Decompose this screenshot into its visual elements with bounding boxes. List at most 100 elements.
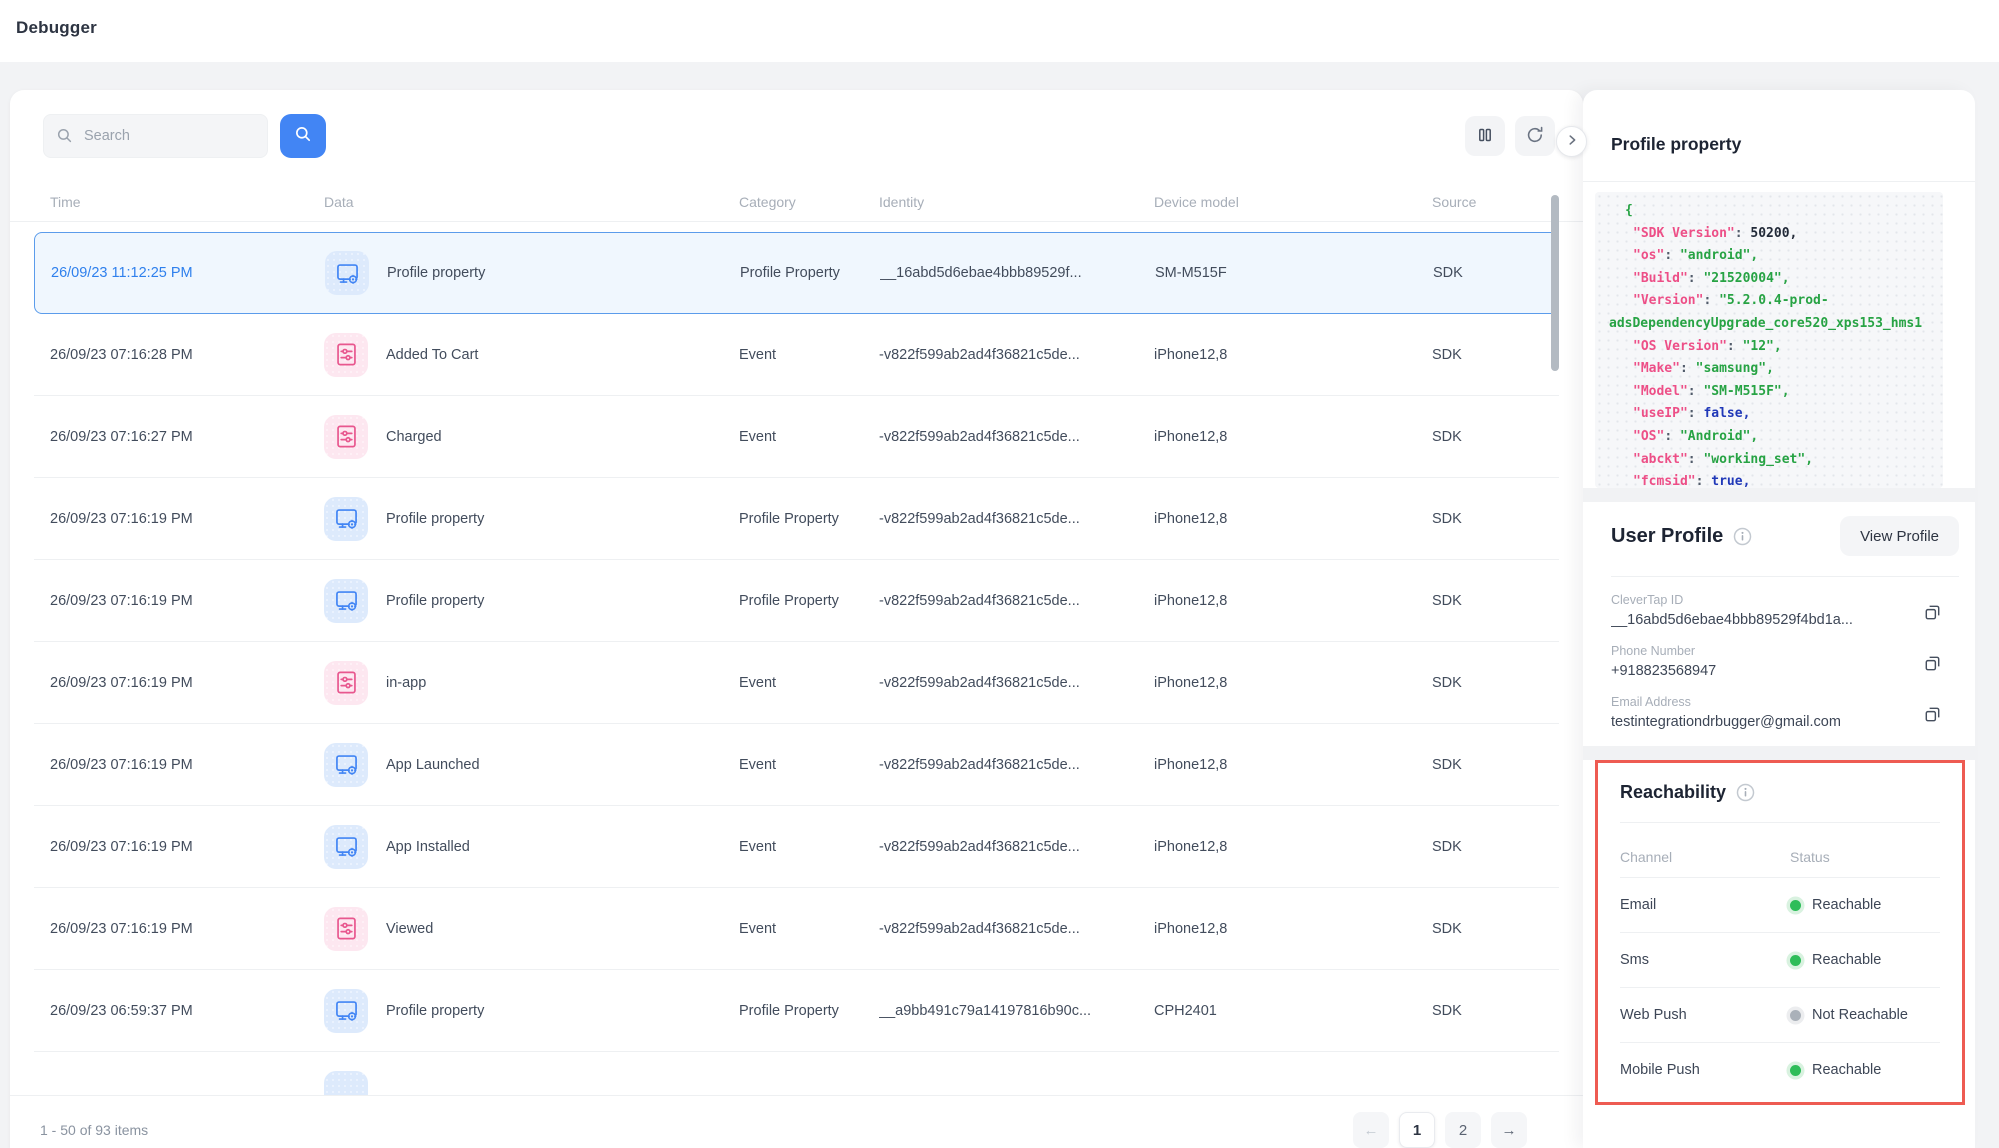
field-label: CleverTap ID	[1611, 593, 1907, 607]
code-line: "Build": "21520004",	[1607, 268, 1937, 291]
cell-data-label: Added To Cart	[386, 347, 478, 363]
search-box	[43, 114, 268, 158]
event-icon	[324, 907, 368, 951]
cell-source: SDK	[1432, 675, 1553, 691]
reachability-info-icon[interactable]	[1736, 783, 1755, 802]
cell-data-label: App Installed	[386, 839, 470, 855]
reachability-column-status: Status	[1790, 849, 1940, 865]
search-toolbar	[10, 90, 1583, 182]
event-icon	[324, 415, 368, 459]
cell-identity: __a9bb491c79a14197816b90c...	[879, 1003, 1154, 1019]
column-header-source: Source	[1432, 194, 1553, 210]
not-reachable-dot-icon	[1790, 1010, 1801, 1021]
cell-data: Profile property	[325, 251, 740, 295]
section-divider	[1583, 746, 1975, 760]
code-line: adsDependencyUpgrade_core520_xps153_hms1	[1607, 313, 1937, 336]
cell-data-label: Profile property	[386, 1003, 484, 1019]
table-row-partial[interactable]	[34, 1052, 1559, 1095]
cell-data: App Launched	[324, 743, 739, 787]
cell-device-model: iPhone12,8	[1154, 839, 1432, 855]
column-header-device-model: Device model	[1154, 194, 1432, 210]
cell-source: SDK	[1432, 1003, 1553, 1019]
table-row[interactable]: 26/09/23 07:16:28 PMAdded To CartEvent-v…	[34, 314, 1559, 396]
cell-time: 26/09/23 07:16:28 PM	[50, 347, 324, 363]
cell-source: SDK	[1433, 265, 1552, 281]
cell-source: SDK	[1432, 347, 1553, 363]
cell-source: SDK	[1432, 839, 1553, 855]
reachability-status: Not Reachable	[1790, 1007, 1940, 1023]
code-line: "fcmsid": true,	[1607, 471, 1937, 488]
table-row[interactable]: 26/09/23 06:59:37 PMProfile propertyProf…	[34, 970, 1559, 1052]
user-profile-header: User Profile View Profile	[1611, 508, 1959, 564]
table-row[interactable]: 26/09/23 07:16:19 PMProfile propertyProf…	[34, 560, 1559, 642]
copy-button[interactable]	[1919, 601, 1945, 627]
pagination-page-1-button[interactable]: 1	[1399, 1112, 1435, 1148]
cell-category: Profile Property	[739, 593, 879, 609]
copy-icon	[1922, 602, 1943, 626]
cell-data: Profile property	[324, 989, 739, 1033]
pagination-page-2-button[interactable]: 2	[1445, 1112, 1481, 1148]
field-label: Email Address	[1611, 695, 1907, 709]
cell-category: Profile Property	[739, 511, 879, 527]
pagination-next-button[interactable]: →	[1491, 1112, 1527, 1148]
cell-category: Event	[739, 675, 879, 691]
copy-button[interactable]	[1919, 703, 1945, 729]
collapse-panel-button[interactable]	[1556, 126, 1587, 157]
refresh-button[interactable]	[1515, 116, 1555, 156]
cell-data: Profile property	[324, 497, 739, 541]
user-profile-info-icon[interactable]	[1733, 527, 1752, 546]
field-value: +918823568947	[1611, 663, 1907, 679]
table-body: 26/09/23 11:12:25 PMProfile propertyProf…	[10, 222, 1583, 1095]
cell-data-label: Viewed	[386, 921, 433, 937]
reachability-status-label: Not Reachable	[1812, 1007, 1908, 1023]
cell-identity: __16abd5d6ebae4bbb89529f...	[880, 265, 1155, 281]
code-line: "OS": "Android",	[1607, 426, 1937, 449]
cell-device-model: iPhone12,8	[1154, 511, 1432, 527]
table-actions	[1465, 116, 1555, 156]
cell-device-model: CPH2401	[1154, 1003, 1432, 1019]
table-header: Time Data Category Identity Device model…	[10, 182, 1583, 222]
copy-icon	[1922, 704, 1943, 728]
reachability-status-label: Reachable	[1812, 897, 1881, 913]
cell-identity: -v822f599ab2ad4f36821c5de...	[879, 511, 1154, 527]
cell-identity: -v822f599ab2ad4f36821c5de...	[879, 921, 1154, 937]
copy-button[interactable]	[1919, 652, 1945, 678]
pagination-prev-button[interactable]: ←	[1353, 1112, 1389, 1148]
event-icon	[324, 333, 368, 377]
table-row[interactable]: 26/09/23 07:16:19 PMViewedEvent-v822f599…	[34, 888, 1559, 970]
table-row[interactable]: 26/09/23 07:16:19 PMProfile propertyProf…	[34, 478, 1559, 560]
table-row[interactable]: 26/09/23 07:16:27 PMChargedEvent-v822f59…	[34, 396, 1559, 478]
table-row[interactable]: 26/09/23 07:16:19 PMin-appEvent-v822f599…	[34, 642, 1559, 724]
table-row[interactable]: 26/09/23 07:16:19 PMApp InstalledEvent-v…	[34, 806, 1559, 888]
reachability-row: Web PushNot Reachable	[1620, 987, 1940, 1042]
reachable-dot-icon	[1790, 900, 1801, 911]
cell-data-label: Profile property	[387, 265, 485, 281]
cell-category: Event	[739, 839, 879, 855]
column-header-time: Time	[50, 194, 324, 210]
reachability-header: Reachability	[1620, 763, 1940, 823]
code-line: "Model": "SM-M515F",	[1607, 381, 1937, 404]
search-submit-icon	[294, 125, 313, 147]
pagination: ← 1 2 →	[1353, 1112, 1527, 1148]
cell-device-model: iPhone12,8	[1154, 593, 1432, 609]
view-profile-button[interactable]: View Profile	[1840, 516, 1959, 556]
table-row[interactable]: 26/09/23 07:16:19 PMApp LaunchedEvent-v8…	[34, 724, 1559, 806]
search-button[interactable]	[280, 114, 326, 158]
search-input[interactable]	[43, 114, 268, 158]
cell-data-label: Profile property	[386, 593, 484, 609]
cell-identity: -v822f599ab2ad4f36821c5de...	[879, 593, 1154, 609]
code-line: "os": "android",	[1607, 245, 1937, 268]
pause-button[interactable]	[1465, 116, 1505, 156]
code-line: "useIP": false,	[1607, 403, 1937, 426]
table-row[interactable]: 26/09/23 11:12:25 PMProfile propertyProf…	[34, 232, 1559, 314]
reachability-rows: EmailReachableSmsReachableWeb PushNot Re…	[1620, 877, 1940, 1097]
cell-data: Charged	[324, 415, 739, 459]
table-scrollbar-thumb[interactable]	[1551, 195, 1559, 371]
profile-property-icon	[325, 251, 369, 295]
cell-time: 26/09/23 07:16:19 PM	[50, 511, 324, 527]
cell-data: in-app	[324, 661, 739, 705]
profile-property-icon	[324, 743, 368, 787]
code-block[interactable]: {"SDK Version": 50200,"os": "android","B…	[1595, 192, 1943, 488]
reachability-row: Mobile PushReachable	[1620, 1042, 1940, 1097]
cell-data: Viewed	[324, 907, 739, 951]
